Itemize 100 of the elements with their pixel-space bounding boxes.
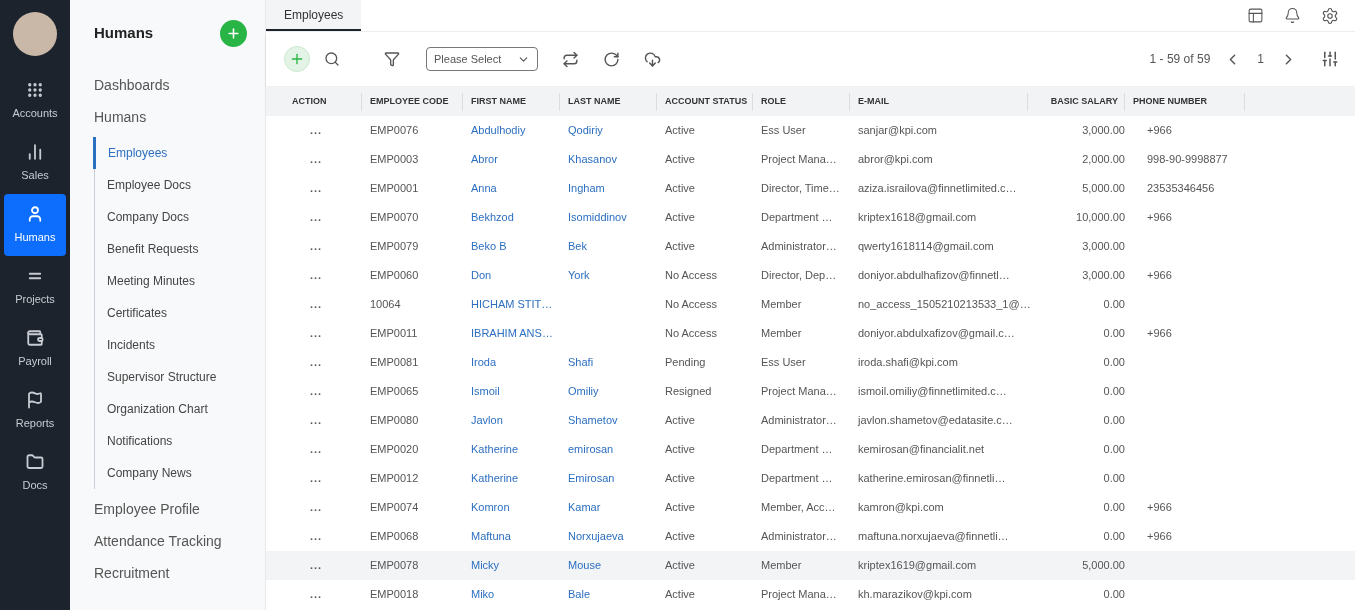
- action-menu[interactable]: ...: [310, 122, 323, 139]
- nav-item[interactable]: Certificates: [95, 297, 247, 329]
- account-status: Active: [665, 152, 695, 168]
- rail-item[interactable]: Reports: [4, 380, 66, 442]
- action-menu[interactable]: ...: [310, 296, 323, 313]
- column-header[interactable]: FIRST NAME: [471, 95, 526, 109]
- first-name-link[interactable]: Komron: [471, 499, 510, 516]
- action-menu[interactable]: ...: [310, 151, 323, 168]
- wallet-icon: [26, 328, 44, 347]
- first-name-link[interactable]: Bekhzod: [471, 209, 514, 226]
- action-menu[interactable]: ...: [310, 180, 323, 197]
- action-menu[interactable]: ...: [310, 557, 323, 574]
- column-header[interactable]: LAST NAME: [568, 95, 621, 109]
- last-name-link[interactable]: Shametov: [568, 412, 618, 429]
- first-name-link[interactable]: Iroda: [471, 354, 497, 371]
- action-menu[interactable]: ...: [310, 238, 323, 255]
- rail-item[interactable]: Payroll: [4, 318, 66, 380]
- repeat-icon[interactable]: [562, 50, 579, 68]
- last-name-link[interactable]: Bek: [568, 238, 587, 255]
- action-menu[interactable]: ...: [310, 383, 323, 400]
- search-icon[interactable]: [324, 51, 340, 67]
- last-name-link[interactable]: Qodiriy: [568, 122, 603, 139]
- last-name-link[interactable]: Bale: [568, 586, 591, 603]
- rail-item[interactable]: Projects: [4, 256, 66, 318]
- role-cell-text: Administrator…: [761, 239, 837, 255]
- nav-item[interactable]: Employee Docs: [95, 169, 247, 201]
- settings-icon[interactable]: [1321, 6, 1339, 25]
- nav-section[interactable]: Employee Profile: [94, 493, 247, 525]
- column-header[interactable]: PHONE NUMBER: [1133, 95, 1207, 109]
- nav-item[interactable]: Notifications: [95, 425, 247, 457]
- first-name-link[interactable]: Anna: [471, 180, 497, 197]
- nav-item[interactable]: Organization Chart: [95, 393, 247, 425]
- nav-section[interactable]: Attendance Tracking: [94, 525, 247, 557]
- column-header[interactable]: EMPLOYEE CODE: [370, 95, 449, 109]
- action-menu[interactable]: ...: [310, 586, 323, 603]
- notification-icon[interactable]: [1284, 7, 1301, 24]
- first-name-link[interactable]: Katherine: [471, 441, 519, 458]
- refresh-icon[interactable]: [603, 50, 620, 68]
- first-name-link[interactable]: Ismoil: [471, 383, 500, 400]
- action-menu[interactable]: ...: [310, 499, 323, 516]
- action-menu[interactable]: ...: [310, 354, 323, 371]
- column-header[interactable]: ROLE: [761, 95, 786, 109]
- nav-item[interactable]: Company Docs: [95, 201, 247, 233]
- last-name-link[interactable]: Emirosan: [568, 470, 615, 487]
- last-name-link[interactable]: Ingham: [568, 180, 605, 197]
- cloud-download-icon[interactable]: [644, 50, 661, 68]
- last-name-link[interactable]: Shafi: [568, 354, 594, 371]
- tab[interactable]: Employees: [266, 0, 362, 31]
- rail-item[interactable]: Docs: [4, 442, 66, 504]
- nav-item[interactable]: Employees: [93, 137, 247, 169]
- last-name-link[interactable]: Isomiddinov: [568, 209, 627, 226]
- rail-item[interactable]: Sales: [4, 132, 66, 194]
- first-name-link[interactable]: Don: [471, 267, 492, 284]
- first-name-link[interactable]: Abror: [471, 151, 498, 168]
- first-name-link[interactable]: Katherine: [471, 470, 519, 487]
- nav-item[interactable]: Incidents: [95, 329, 247, 361]
- filter-icon[interactable]: [384, 51, 400, 67]
- last-name-link[interactable]: Kamar: [568, 499, 601, 516]
- email-cell-text: javlon.shametov@edatasite.c…: [858, 413, 1013, 429]
- action-menu[interactable]: ...: [310, 209, 323, 226]
- action-menu[interactable]: ...: [310, 441, 323, 458]
- last-name-link[interactable]: York: [568, 267, 590, 284]
- last-name-link[interactable]: Omiliy: [568, 383, 599, 400]
- table-row[interactable]: ... EMP0078 Micky Mouse Active Member kriptex1619@gmail.com 5,000.00: [266, 551, 1355, 580]
- last-name-link[interactable]: Mouse: [568, 557, 602, 574]
- nav-section[interactable]: Recruitment: [94, 557, 247, 589]
- first-name-link[interactable]: HICHAM STIT…: [471, 296, 553, 313]
- nav-item[interactable]: Benefit Requests: [95, 233, 247, 265]
- avatar[interactable]: [13, 12, 57, 56]
- nav-section[interactable]: Dashboards: [94, 69, 247, 101]
- action-menu[interactable]: ...: [310, 470, 323, 487]
- first-name-link[interactable]: Miko: [471, 586, 495, 603]
- rail-item[interactable]: Humans: [4, 194, 66, 256]
- action-menu[interactable]: ...: [310, 325, 323, 342]
- first-name-link[interactable]: Abdulhodiy: [471, 122, 526, 139]
- first-name-link[interactable]: Micky: [471, 557, 500, 574]
- first-name-link[interactable]: IBRAHIM ANS…: [471, 325, 553, 342]
- action-menu[interactable]: ...: [310, 267, 323, 284]
- last-name-link[interactable]: Norxujaeva: [568, 528, 624, 545]
- action-menu[interactable]: ...: [310, 412, 323, 429]
- column-header[interactable]: ACTION: [292, 95, 327, 109]
- sliders-icon[interactable]: [1321, 50, 1339, 68]
- first-name-link[interactable]: Beko B: [471, 238, 507, 255]
- nav-item[interactable]: Meeting Minutes: [95, 265, 247, 297]
- rail-item[interactable]: Accounts: [4, 70, 66, 132]
- last-name-link[interactable]: Khasanov: [568, 151, 617, 168]
- last-name-link[interactable]: emirosan: [568, 441, 614, 458]
- layout-icon[interactable]: [1247, 7, 1264, 24]
- nav-item[interactable]: Company News: [95, 457, 247, 489]
- column-header[interactable]: ACCOUNT STATUS: [665, 95, 748, 109]
- select-field[interactable]: Please Select: [426, 47, 538, 71]
- add-button[interactable]: [220, 20, 247, 47]
- first-name-link[interactable]: Javlon: [471, 412, 503, 429]
- nav-section[interactable]: Humans: [94, 101, 247, 133]
- column-header[interactable]: BASIC SALARY: [1050, 95, 1118, 109]
- column-header[interactable]: E-MAIL: [858, 95, 889, 109]
- salary-cell-text: 0.00: [1103, 384, 1125, 400]
- first-name-link[interactable]: Maftuna: [471, 528, 511, 545]
- action-menu[interactable]: ...: [310, 528, 323, 545]
- nav-item[interactable]: Supervisor Structure: [95, 361, 247, 393]
